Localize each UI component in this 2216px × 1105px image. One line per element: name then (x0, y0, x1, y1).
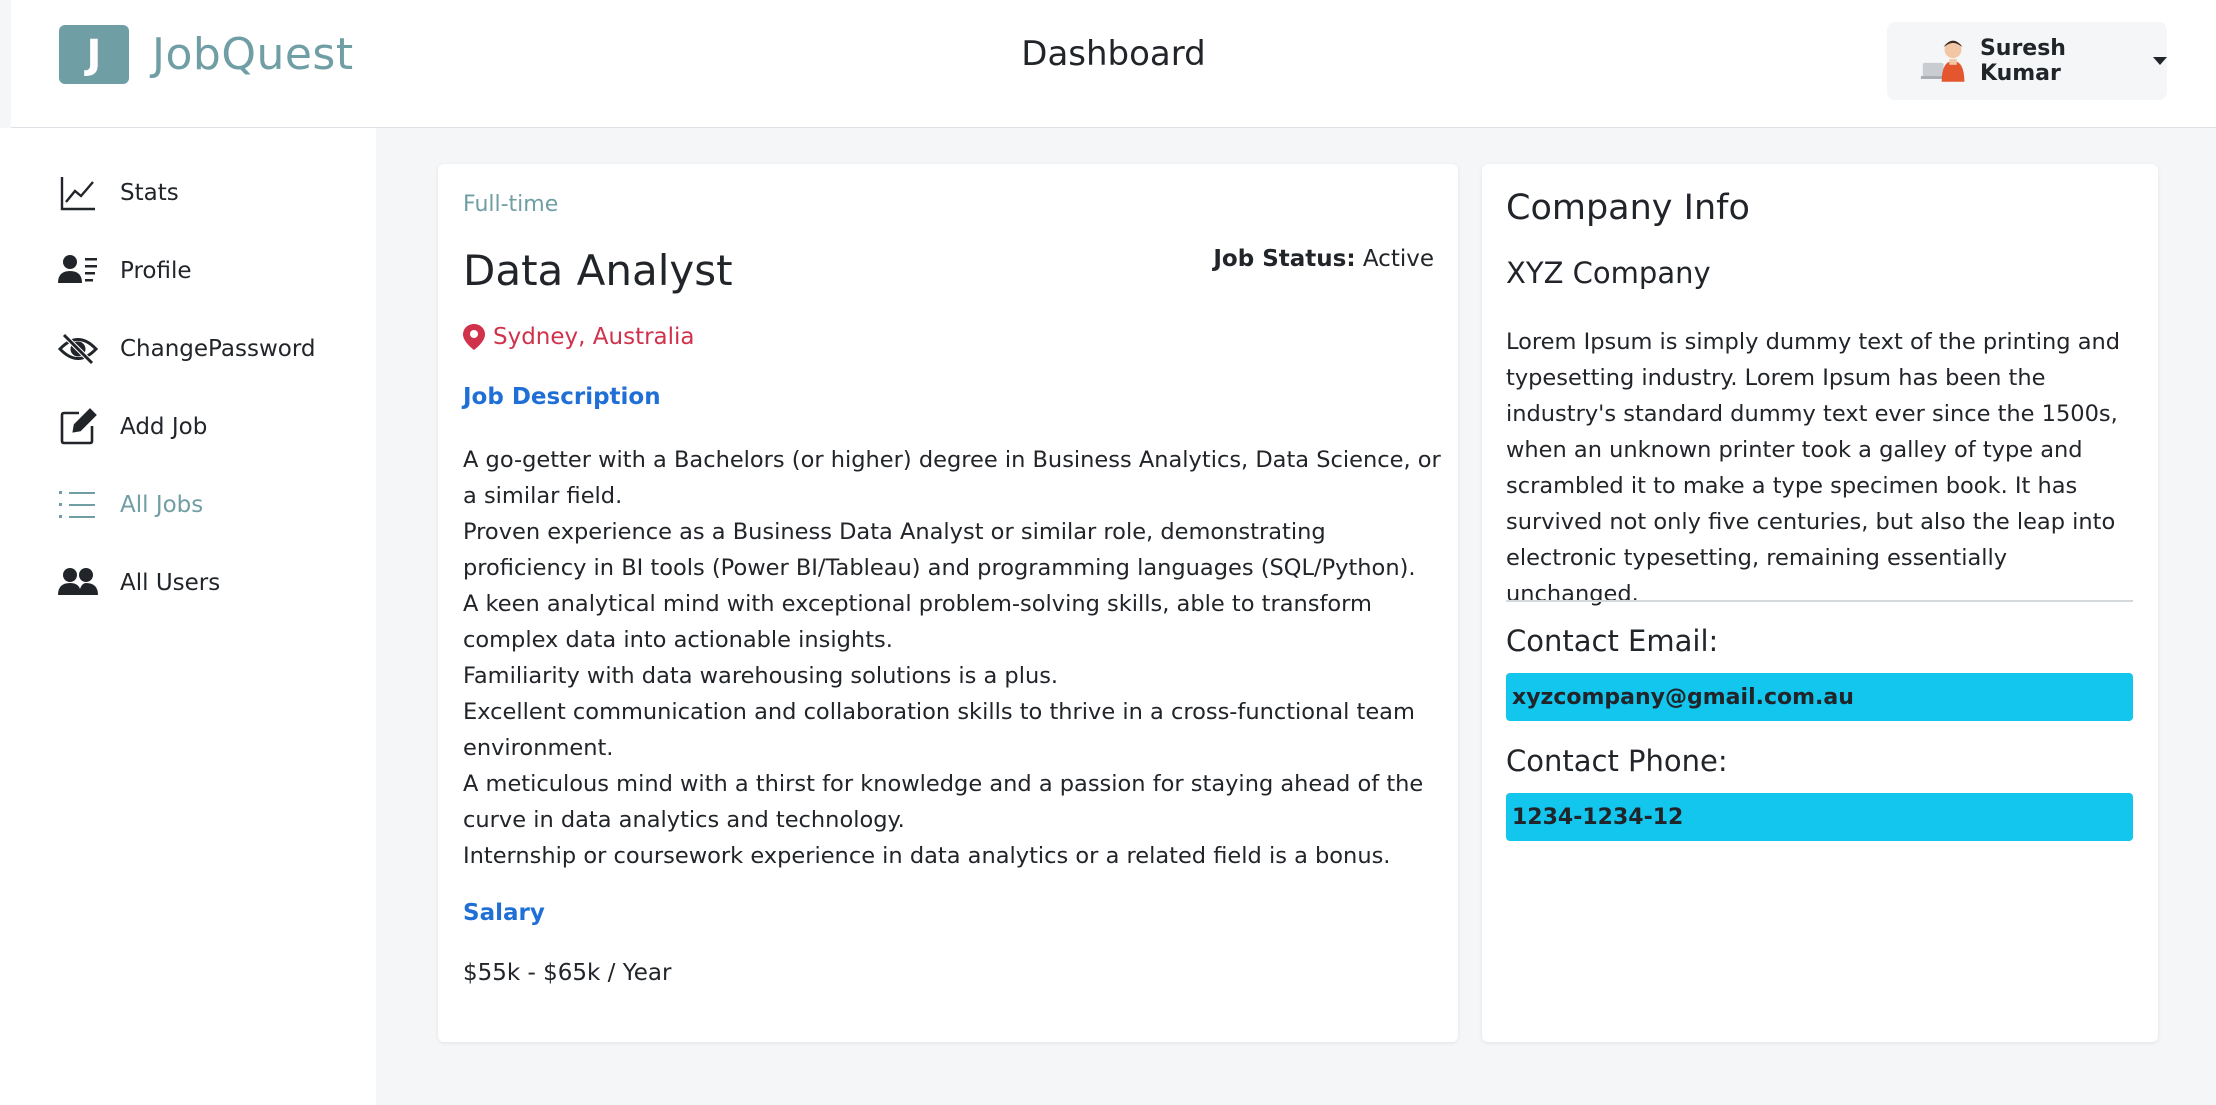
page-title: Dashboard (1021, 34, 1206, 74)
contact-phone-label: Contact Phone: (1506, 744, 1728, 778)
list-icon (58, 485, 98, 525)
sidebar-item-stats[interactable]: Stats (58, 168, 358, 218)
job-description: A go-getter with a Bachelors (or higher)… (463, 442, 1443, 874)
sidebar-item-profile[interactable]: Profile (58, 246, 358, 296)
user-menu-dropdown[interactable]: Suresh Kumar (1887, 22, 2167, 100)
description-line: A go-getter with a Bachelors (or higher)… (463, 447, 1441, 509)
description-line: Internship or coursework experience in d… (463, 843, 1391, 869)
users-icon (58, 563, 98, 603)
line-chart-icon (58, 173, 98, 213)
sidebar-item-add-job[interactable]: Add Job (58, 402, 358, 452)
sidebar-item-label: All Users (120, 570, 221, 596)
user-name: Suresh Kumar (1979, 36, 2066, 86)
map-pin-icon (463, 324, 485, 350)
sidebar-item-changepassword[interactable]: ChangePassword (58, 324, 358, 374)
chevron-down-icon (2153, 57, 2167, 65)
divider (1506, 600, 2133, 602)
company-name: XYZ Company (1506, 256, 1711, 290)
sidebar-item-all-jobs[interactable]: All Jobs (58, 480, 358, 530)
contact-email-label: Contact Email: (1506, 624, 1719, 658)
user-card-icon (58, 251, 98, 291)
salary-value: $55k - $65k / Year (463, 960, 672, 986)
sidebar-item-label: Profile (120, 258, 192, 284)
job-status-value: Active (1362, 246, 1434, 272)
sidebar-item-all-users[interactable]: All Users (58, 558, 358, 608)
company-info-heading: Company Info (1506, 188, 1750, 228)
job-description-heading: Job Description (463, 384, 661, 410)
job-detail-card: Full-time Data Analyst Job Status: Activ… (438, 164, 1458, 1042)
contact-phone-value: 1234-1234-12 (1506, 793, 2133, 841)
contact-email-value: xyzcompany@gmail.com.au (1506, 673, 2133, 721)
job-type: Full-time (463, 192, 559, 217)
sidebar: Stats Profile ChangePassword Add Job All… (0, 128, 376, 1105)
company-info-card: Company Info XYZ Company Lorem Ipsum is … (1482, 164, 2158, 1042)
job-title: Data Analyst (463, 246, 733, 295)
sidebar-item-label: ChangePassword (120, 336, 316, 362)
description-line: Familiarity with data warehousing soluti… (463, 663, 1059, 689)
job-location-text: Sydney, Australia (493, 324, 695, 350)
job-location: Sydney, Australia (463, 324, 695, 350)
pencil-square-icon (58, 407, 98, 447)
user-avatar-icon (1920, 40, 1965, 82)
sidebar-item-label: All Jobs (120, 492, 204, 518)
description-line: A keen analytical mind with exceptional … (463, 591, 1372, 653)
sidebar-item-label: Add Job (120, 414, 208, 440)
job-status: Job Status: Active (1213, 246, 1434, 272)
eye-slash-icon (58, 329, 98, 369)
salary-heading: Salary (463, 900, 545, 926)
job-status-label: Job Status: (1213, 246, 1356, 272)
company-about: Lorem Ipsum is simply dummy text of the … (1506, 329, 2121, 607)
description-line: Excellent communication and collaboratio… (463, 699, 1415, 761)
page: J JobQuest Dashboard Suresh Kumar Stats … (0, 0, 2216, 1105)
top-navbar: J JobQuest Dashboard Suresh Kumar (11, 0, 2216, 128)
sidebar-item-label: Stats (120, 180, 179, 206)
description-line: A meticulous mind with a thirst for know… (463, 771, 1424, 833)
description-line: Proven experience as a Business Data Ana… (463, 519, 1416, 581)
